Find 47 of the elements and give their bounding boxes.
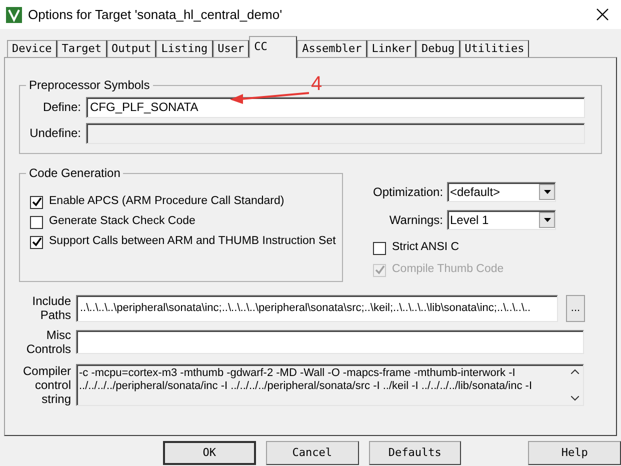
dialog-button[interactable]: Defaults [368,441,462,465]
select-label: Warnings: [388,212,443,229]
group-title: Preprocessor Symbols [28,77,151,94]
checkbox[interactable] [373,242,386,254]
window-title: Options for Target 'sonata_hl_central_demo' [28,6,282,24]
browse-button[interactable]: ... [566,294,585,322]
tab[interactable]: Device [7,40,57,57]
scroll-up-icon[interactable] [571,369,579,374]
checkbox-label: Generate Stack Check Code [49,214,196,230]
checkbox-label: Support Calls between ARM and THUMB Instruction Set [49,234,336,250]
tab[interactable]: Debug [416,40,460,57]
tab[interactable]: Listing [156,40,213,57]
checkbox[interactable] [30,236,43,248]
text-area[interactable]: -c -mcpu=cortex-m3 -mthumb -gdwarf-2 -MD -Wall -O -mapcs-frame -mthumb-interwork -I ../../../../peripheral/sonata/inc -I ../../../../peripheral/sonata/src -I ../keil -I ../../../../lib/sonata/inc -I [76,364,584,406]
group-title: Code Generation [28,165,122,182]
input-field[interactable]: CFG_PLF_SONATA [86,96,585,118]
dropdown[interactable]: Level 1 [447,210,556,230]
input-field[interactable]: ..\..\..\..\peripheral\sonata\inc;..\..\..\..\peripheral\sonata\src;..\keil;..\..\..\..\lib\sonata\inc;..\..\..\.. [76,294,558,322]
tab[interactable]: Utilities [460,40,530,57]
field-label: Misc Controls [25,328,71,356]
checkbox[interactable] [30,216,43,228]
checkbox[interactable] [30,196,43,208]
tab[interactable]: Output [106,40,156,57]
dialog-button[interactable]: Help [528,441,621,465]
input-field[interactable] [76,330,584,354]
dialog-button[interactable]: OK [163,441,256,465]
dropdown[interactable]: <default> [447,182,556,202]
app-icon [6,6,22,22]
tab[interactable]: CC [249,36,298,58]
field-label: Define: [42,99,81,116]
scroll-down-icon[interactable] [571,396,579,401]
checkbox-label: Compile Thumb Code [392,262,504,278]
text-line: ../../../../peripheral/sonata/inc -I ../../../../peripheral/sonata/src -I ../keil -I ../../../../lib/sonata/inc -I [79,380,534,393]
field-label: Undefine: [28,125,81,142]
dialog-button[interactable]: Cancel [266,441,358,465]
field-label: Include Paths [31,294,71,322]
tab[interactable]: User [212,40,250,57]
checkbox-label: Strict ANSI C [392,240,460,256]
tab[interactable]: Target [56,40,106,57]
select-label: Optimization: [373,184,443,201]
tab[interactable]: Assembler [297,40,367,57]
checkbox-label: Enable APCS (ARM Procedure Call Standard) [49,194,284,210]
close-icon[interactable] [596,8,609,21]
annotation-number: 4 [311,73,322,95]
field-label: Compiler control string [22,364,71,406]
text-line: -c -mcpu=cortex-m3 -mthumb -gdwarf-2 -MD -Wall -O -mapcs-frame -mthumb-interwork -I [79,367,516,380]
tab[interactable]: Linker [366,40,416,57]
